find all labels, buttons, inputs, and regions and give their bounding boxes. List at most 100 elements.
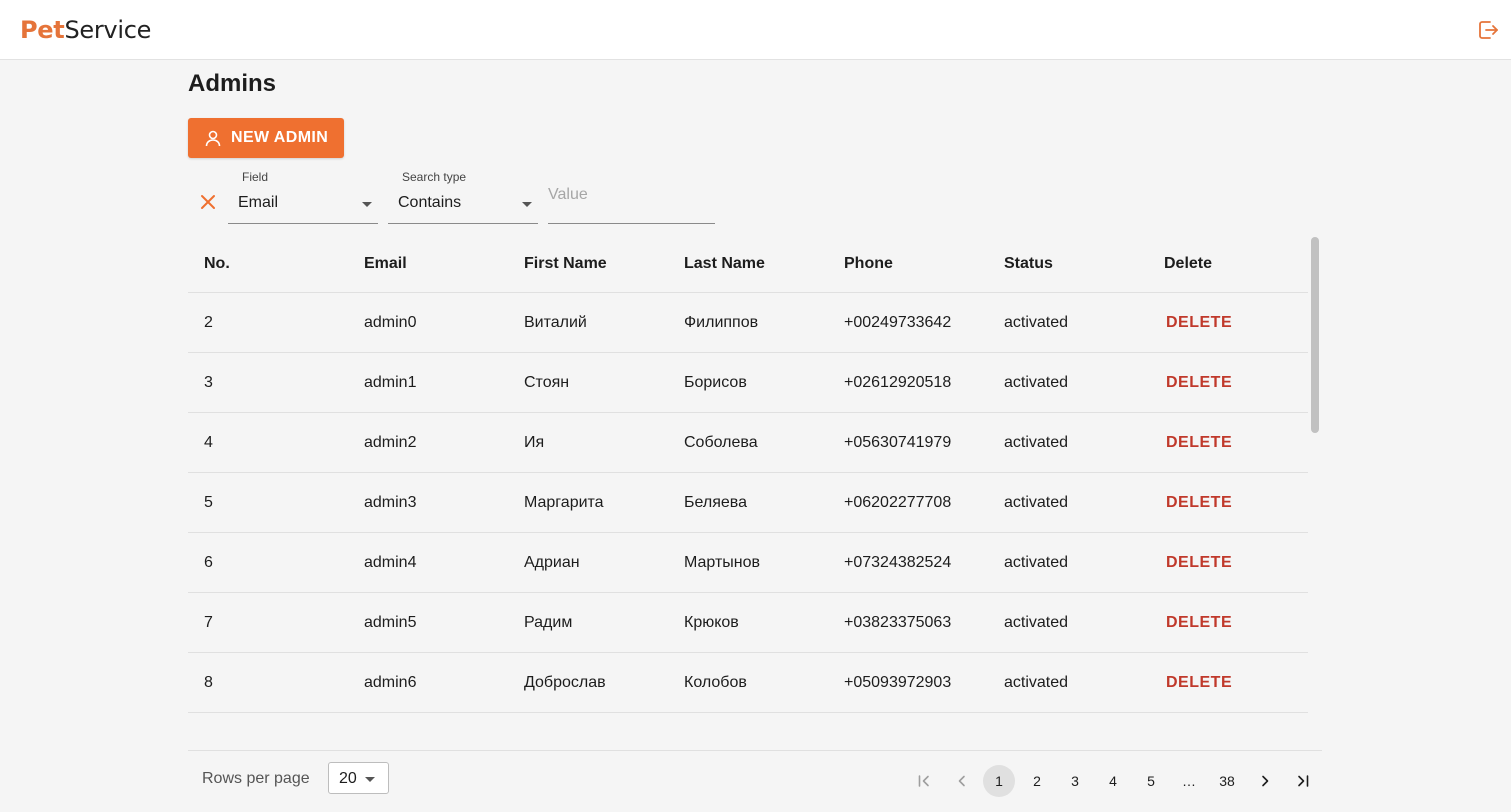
delete-button[interactable]: DELETE <box>1166 434 1232 452</box>
cell-email: admin3 <box>364 494 417 511</box>
search-type-value: Contains <box>398 194 462 211</box>
cell-last-name: Крюков <box>684 614 739 631</box>
cell-status: activated <box>1004 674 1069 691</box>
page-title: Admins <box>188 70 277 97</box>
cell-no: 6 <box>204 554 213 571</box>
value-input[interactable] <box>548 180 715 224</box>
chevron-down-icon <box>365 777 375 782</box>
new-admin-label: NEW ADMIN <box>231 129 329 146</box>
table-row[interactable]: 3 admin1 Стоян Борисов +02612920518 acti… <box>188 353 1308 413</box>
user-icon <box>204 129 222 147</box>
rows-per-page-select[interactable]: 20 <box>328 762 389 794</box>
column-header-delete: Delete <box>1164 255 1213 272</box>
cell-no: 4 <box>204 434 213 451</box>
cell-no: 5 <box>204 494 213 511</box>
table-row[interactable]: 5 admin3 Маргарита Беляева +06202277708 … <box>188 473 1308 533</box>
cell-no: 3 <box>204 374 213 391</box>
cell-phone: +07324382524 <box>844 554 952 571</box>
cell-status: activated <box>1004 374 1069 391</box>
search-type-select[interactable]: Search type Contains <box>388 170 538 224</box>
chevron-down-icon <box>362 202 372 207</box>
cell-phone: +02612920518 <box>844 374 952 391</box>
field-select[interactable]: Field Email <box>228 170 378 224</box>
cell-last-name: Филиппов <box>684 314 759 331</box>
close-icon[interactable] <box>198 192 218 212</box>
logo-service: Service <box>64 16 152 44</box>
cell-email: admin2 <box>364 434 417 451</box>
column-header-phone[interactable]: Phone <box>844 255 893 273</box>
cell-no: 8 <box>204 674 213 691</box>
chevron-right-icon[interactable] <box>1249 765 1281 797</box>
rows-per-page-label: Rows per page <box>202 770 310 787</box>
cell-phone: +05630741979 <box>844 434 952 451</box>
column-header-last-name[interactable]: Last Name <box>684 255 765 273</box>
top-bar: PetService <box>0 0 1511 60</box>
cell-last-name: Соболева <box>684 434 758 451</box>
delete-button[interactable]: DELETE <box>1166 374 1232 392</box>
column-header-no[interactable]: No. <box>204 255 230 273</box>
cell-email: admin1 <box>364 374 417 391</box>
cell-status: activated <box>1004 314 1069 331</box>
cell-last-name: Беляева <box>684 494 747 511</box>
table-body: 2 admin0 Виталий Филиппов +00249733642 a… <box>188 293 1308 713</box>
cell-first-name: Маргарита <box>524 494 604 511</box>
search-type-caption: Search type <box>402 170 467 184</box>
cell-email: admin0 <box>364 314 417 331</box>
page-button[interactable]: 4 <box>1097 765 1129 797</box>
cell-email: admin5 <box>364 614 417 631</box>
admins-table: No. Email First Name Last Name Phone Sta… <box>188 234 1322 738</box>
cell-no: 2 <box>204 314 213 331</box>
cell-email: admin6 <box>364 674 417 691</box>
cell-status: activated <box>1004 554 1069 571</box>
cell-first-name: Виталий <box>524 314 587 331</box>
cell-status: activated <box>1004 494 1069 511</box>
table-scrollbar-thumb[interactable] <box>1311 237 1319 433</box>
chevron-down-icon <box>522 202 532 207</box>
table-row[interactable]: 7 admin5 Радим Крюков +03823375063 activ… <box>188 593 1308 653</box>
cell-status: activated <box>1004 614 1069 631</box>
cell-phone: +03823375063 <box>844 614 952 631</box>
delete-button[interactable]: DELETE <box>1166 674 1232 692</box>
cell-status: activated <box>1004 434 1069 451</box>
cell-first-name: Стоян <box>524 374 570 391</box>
cell-last-name: Мартынов <box>684 554 761 571</box>
page-button[interactable]: 3 <box>1059 765 1091 797</box>
table-row[interactable]: 8 admin6 Доброслав Колобов +05093972903 … <box>188 653 1308 713</box>
field-value: Email <box>238 194 279 211</box>
cell-first-name: Ия <box>524 434 545 451</box>
chevron-left-icon[interactable] <box>946 765 978 797</box>
column-header-first-name[interactable]: First Name <box>524 255 607 273</box>
new-admin-button[interactable]: NEW ADMIN <box>188 118 344 158</box>
page-button[interactable]: 2 <box>1021 765 1053 797</box>
cell-email: admin4 <box>364 554 417 571</box>
cell-last-name: Колобов <box>684 674 747 691</box>
cell-phone: +00249733642 <box>844 314 952 331</box>
delete-button[interactable]: DELETE <box>1166 614 1232 632</box>
page-ellipsis: … <box>1182 773 1196 789</box>
cell-phone: +06202277708 <box>844 494 952 511</box>
page-button[interactable]: 38 <box>1211 765 1243 797</box>
cell-no: 7 <box>204 614 213 631</box>
field-caption: Field <box>242 170 269 184</box>
delete-button[interactable]: DELETE <box>1166 494 1232 512</box>
table-header: No. Email First Name Last Name Phone Sta… <box>188 234 1308 293</box>
page-button[interactable]: 5 <box>1135 765 1167 797</box>
table-row[interactable]: 2 admin0 Виталий Филиппов +00249733642 a… <box>188 293 1308 353</box>
table-row[interactable]: 6 admin4 Адриан Мартынов +07324382524 ac… <box>188 533 1308 593</box>
logo-pet: Pet <box>20 16 65 44</box>
cell-last-name: Борисов <box>684 374 747 391</box>
cell-first-name: Доброслав <box>524 674 606 691</box>
logo[interactable]: PetService <box>20 16 151 44</box>
page-button[interactable]: 1 <box>983 765 1015 797</box>
cell-phone: +05093972903 <box>844 674 952 691</box>
column-header-status[interactable]: Status <box>1004 255 1053 273</box>
last-page-icon[interactable] <box>1287 765 1319 797</box>
delete-button[interactable]: DELETE <box>1166 554 1232 572</box>
delete-button[interactable]: DELETE <box>1166 314 1232 332</box>
column-header-email[interactable]: Email <box>364 255 407 273</box>
table-row[interactable]: 4 admin2 Ия Соболева +05630741979 activa… <box>188 413 1308 473</box>
first-page-icon[interactable] <box>908 765 940 797</box>
rows-per-page-value: 20 <box>339 770 357 787</box>
cell-first-name: Адриан <box>524 554 580 571</box>
logout-icon[interactable] <box>1476 18 1500 42</box>
